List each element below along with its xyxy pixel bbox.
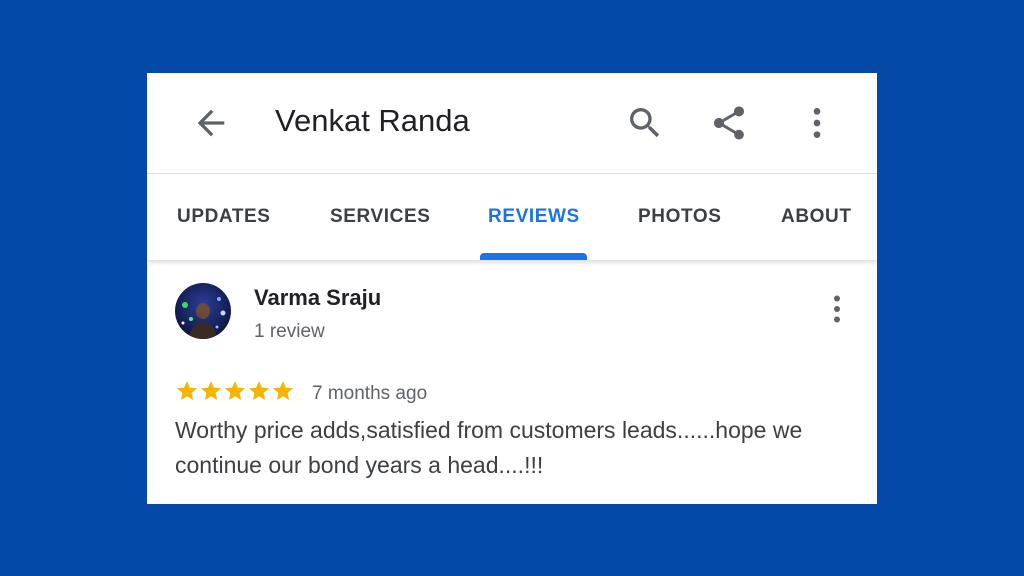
more-vert-icon xyxy=(834,295,840,323)
tab-services[interactable]: SERVICES xyxy=(330,174,431,260)
tab-updates[interactable]: UPDATES xyxy=(177,174,271,260)
search-icon xyxy=(630,108,660,138)
tab-bar: UPDATES SERVICES REVIEWS PHOTOS ABOUT xyxy=(147,174,877,260)
more-vert-icon xyxy=(813,108,821,138)
star-rating xyxy=(175,379,295,409)
review-time: 7 months ago xyxy=(312,383,428,404)
business-card: Venkat Randa UPDATES SERVICES REVIEWS PH… xyxy=(147,73,877,504)
search-button[interactable] xyxy=(625,101,665,145)
app-bar: Venkat Randa xyxy=(147,73,877,174)
active-tab-indicator xyxy=(480,253,587,260)
star-icon xyxy=(249,381,269,400)
tab-photos[interactable]: PHOTOS xyxy=(638,174,722,260)
reviewer-name[interactable]: Varma Sraju xyxy=(254,285,381,311)
avatar[interactable] xyxy=(175,283,231,339)
review-more-options-button[interactable] xyxy=(819,289,855,329)
star-icon xyxy=(273,381,293,400)
back-button[interactable] xyxy=(191,103,231,143)
star-icon xyxy=(225,381,245,400)
tab-reviews[interactable]: REVIEWS xyxy=(488,174,580,260)
share-icon xyxy=(713,106,745,140)
share-button[interactable] xyxy=(709,101,749,145)
star-icon xyxy=(201,381,221,400)
page-title: Venkat Randa xyxy=(275,103,470,138)
tab-about[interactable]: ABOUT xyxy=(781,174,852,260)
avatar-image xyxy=(175,283,231,339)
reviewer-review-count: 1 review xyxy=(254,321,325,342)
review-text: Worthy price adds,satisfied from custome… xyxy=(175,417,803,478)
star-icon xyxy=(177,381,197,400)
more-options-button[interactable] xyxy=(797,101,837,145)
back-arrow-icon xyxy=(197,109,225,137)
